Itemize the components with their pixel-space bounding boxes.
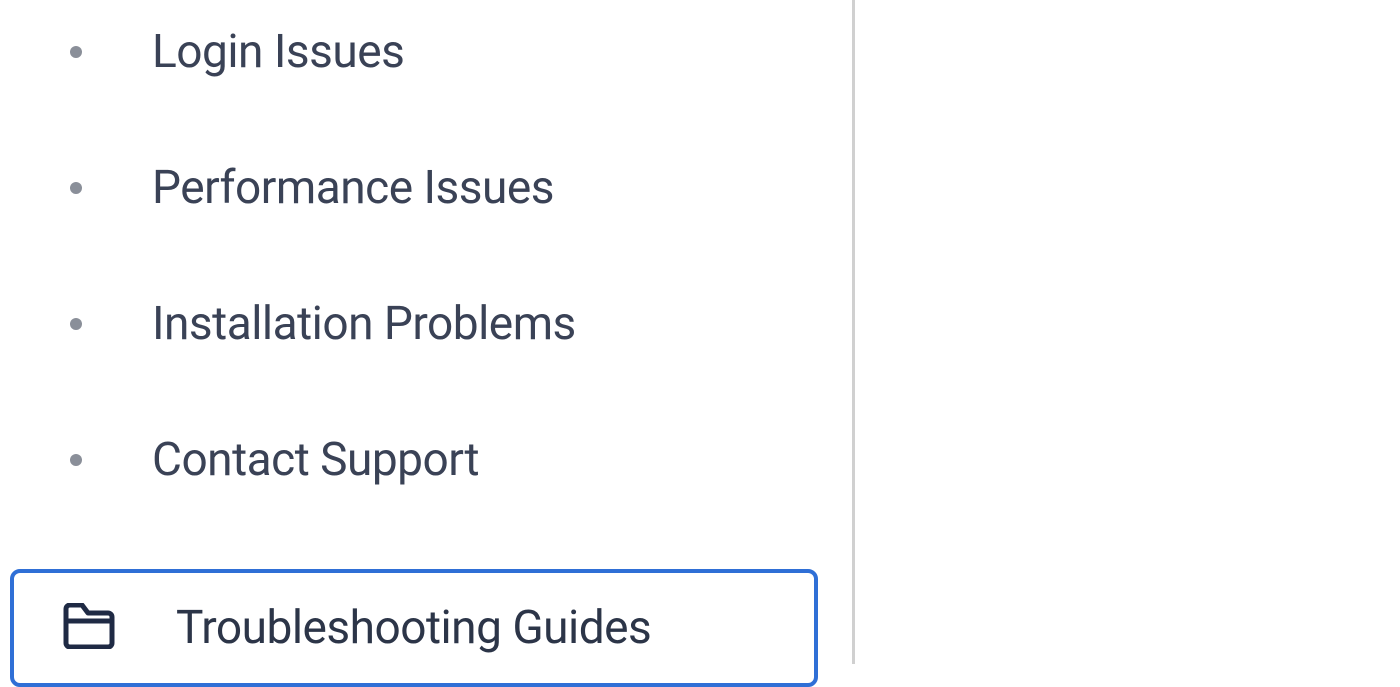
bullet-icon bbox=[70, 318, 82, 330]
sidebar-item-label: Installation Problems bbox=[152, 297, 576, 351]
folder-label: Troubleshooting Guides bbox=[176, 601, 651, 655]
sidebar: Login Issues Performance Issues Installa… bbox=[0, 0, 855, 664]
sidebar-item-label: Contact Support bbox=[152, 433, 479, 487]
folder-troubleshooting-guides[interactable]: Troubleshooting Guides bbox=[10, 569, 818, 687]
sidebar-item-contact-support[interactable]: Contact Support bbox=[70, 433, 832, 487]
sidebar-item-performance-issues[interactable]: Performance Issues bbox=[70, 161, 832, 215]
bullet-icon bbox=[70, 454, 82, 466]
sidebar-item-label: Login Issues bbox=[152, 25, 404, 79]
sidebar-item-label: Performance Issues bbox=[152, 161, 554, 215]
bullet-icon bbox=[70, 182, 82, 194]
sidebar-item-login-issues[interactable]: Login Issues bbox=[70, 25, 832, 79]
bullet-icon bbox=[70, 46, 82, 58]
folder-icon bbox=[62, 603, 116, 653]
sidebar-item-installation-problems[interactable]: Installation Problems bbox=[70, 297, 832, 351]
